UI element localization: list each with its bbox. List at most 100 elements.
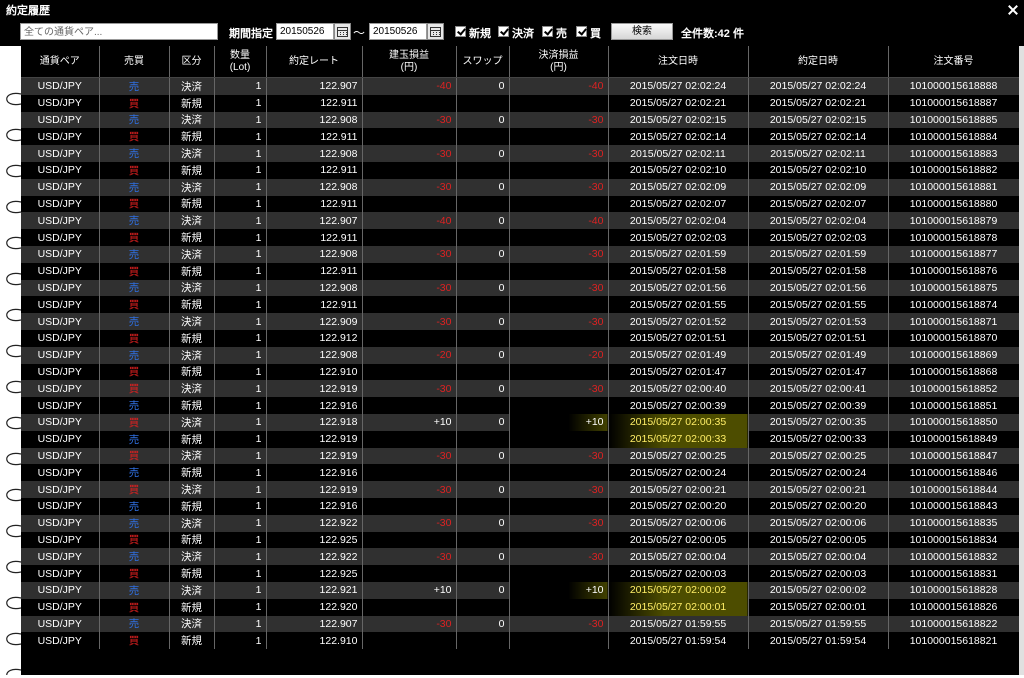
table-row[interactable]: USD/JPY 売決済 1 122.907 -40 0 -40 2015/05/27 02:0…	[21, 212, 1019, 230]
cell-position-pl	[362, 531, 457, 549]
header-rate[interactable]: 約定レート	[266, 46, 363, 78]
execution-history-grid[interactable]: 通貨ペア 売買 区分 数量 (Lot) 約定レート 建玉損益 (円) スワップ 決済損益 (円…	[21, 46, 1019, 675]
cell-position-pl: -30	[362, 111, 457, 129]
table-row[interactable]: USD/JPY 売新規 1 122.916 2015/05/27 02:00:24 201…	[21, 464, 1019, 482]
table-row[interactable]: USD/JPY 買新規 1 122.911 2015/05/27 02:02:10 201…	[21, 161, 1019, 179]
date-to-calendar-button[interactable]	[427, 23, 444, 40]
cell-position-pl	[362, 128, 457, 146]
cell-lot: 1	[214, 161, 267, 179]
cell-rate: 122.912	[266, 329, 363, 347]
table-row[interactable]: USD/JPY 売新規 1 122.916 2015/05/27 02:00:39 201…	[21, 397, 1019, 414]
cell-order-time: 2015/05/27 02:02:11	[608, 145, 749, 162]
cell-type: 決済	[169, 111, 215, 129]
search-button[interactable]: 検索	[611, 23, 673, 40]
table-row[interactable]: USD/JPY 売決済 1 122.908 -30 0 -30 2015/05/27 02:0…	[21, 145, 1019, 162]
table-row[interactable]: USD/JPY 売決済 1 122.907 -30 0 -30 2015/05/27 01:5…	[21, 615, 1019, 633]
header-type[interactable]: 区分	[169, 46, 215, 78]
table-row[interactable]: USD/JPY 売新規 1 122.916 2015/05/27 02:00:20 201…	[21, 497, 1019, 515]
cell-settlement-pl	[509, 598, 609, 616]
cell-exec-time: 2015/05/27 01:59:55	[748, 615, 889, 633]
table-row[interactable]: USD/JPY 売決済 1 122.908 -30 0 -30 2015/05/27 02:0…	[21, 178, 1019, 196]
table-row[interactable]: USD/JPY 売決済 1 122.922 -30 0 -30 2015/05/27 02:0…	[21, 548, 1019, 566]
table-row[interactable]: USD/JPY 買新規 1 122.912 2015/05/27 02:01:51 201…	[21, 329, 1019, 347]
cell-swap	[456, 94, 510, 112]
table-row[interactable]: USD/JPY 買新規 1 122.911 2015/05/27 02:01:55 201…	[21, 296, 1019, 314]
header-position-pl[interactable]: 建玉損益 (円)	[362, 46, 457, 78]
date-from-input[interactable]: 20150526	[276, 23, 334, 40]
header-order-number[interactable]: 注文番号	[888, 46, 1019, 78]
cell-order-number: 101000015618881	[888, 178, 1019, 196]
table-row[interactable]: USD/JPY 買新規 1 122.910 2015/05/27 02:01:47 201…	[21, 363, 1019, 381]
cell-swap	[456, 531, 510, 549]
table-row[interactable]: USD/JPY 買新規 1 122.911 2015/05/27 02:02:14 201…	[21, 128, 1019, 146]
header-exec-time[interactable]: 約定日時	[748, 46, 889, 78]
cell-position-pl	[362, 229, 457, 246]
table-row[interactable]: USD/JPY 買新規 1 122.925 2015/05/27 02:00:03 201…	[21, 565, 1019, 582]
cell-position-pl	[362, 262, 457, 280]
table-row[interactable]: USD/JPY 買新規 1 122.911 2015/05/27 02:02:03 201…	[21, 229, 1019, 246]
table-row[interactable]: USD/JPY 買決済 1 122.919 -30 0 -30 2015/05/27 02:0…	[21, 380, 1019, 398]
header-side[interactable]: 売買	[99, 46, 170, 78]
cell-type: 新規	[169, 632, 215, 650]
table-row[interactable]: USD/JPY 売決済 1 122.907 -40 0 -40 2015/05/27 02:0…	[21, 77, 1019, 95]
date-from-calendar-button[interactable]	[334, 23, 351, 40]
cell-pair: USD/JPY	[21, 212, 100, 230]
table-row[interactable]: USD/JPY 売決済 1 122.909 -30 0 -30 2015/05/27 02:0…	[21, 313, 1019, 330]
cell-exec-time: 2015/05/27 02:00:20	[748, 497, 889, 515]
cell-position-pl	[362, 430, 457, 448]
table-row[interactable]: USD/JPY 売決済 1 122.908 -30 0 -30 2015/05/27 02:0…	[21, 279, 1019, 297]
cell-order-number: 101000015618877	[888, 245, 1019, 263]
header-settlement-pl[interactable]: 決済損益 (円)	[509, 46, 609, 78]
cell-position-pl: -30	[362, 245, 457, 263]
table-row[interactable]: USD/JPY 買新規 1 122.910 2015/05/27 01:59:54 201…	[21, 632, 1019, 650]
cell-type: 決済	[169, 380, 215, 398]
table-row[interactable]: USD/JPY 買決済 1 122.919 -30 0 -30 2015/05/27 02:0…	[21, 447, 1019, 465]
table-row[interactable]: USD/JPY 売決済 1 122.908 -30 0 -30 2015/05/27 02:0…	[21, 111, 1019, 129]
cell-pair: USD/JPY	[21, 161, 100, 179]
cell-settlement-pl	[509, 363, 609, 381]
table-row[interactable]: USD/JPY 買新規 1 122.911 2015/05/27 02:01:58 201…	[21, 262, 1019, 280]
checkbox-sell[interactable]	[542, 26, 553, 37]
cell-type: 決済	[169, 481, 215, 498]
close-button[interactable]	[1002, 0, 1024, 20]
table-row[interactable]: USD/JPY 売決済 1 122.908 -20 0 -20 2015/05/27 02:0…	[21, 346, 1019, 364]
header-order-time[interactable]: 注文日時	[608, 46, 749, 78]
checkbox-settle[interactable]	[498, 26, 509, 37]
cell-exec-time: 2015/05/27 02:01:56	[748, 279, 889, 297]
cell-side: 売	[99, 464, 170, 482]
cell-position-pl	[362, 363, 457, 381]
table-row[interactable]: USD/JPY 買決済 1 122.919 -30 0 -30 2015/05/27 02:0…	[21, 481, 1019, 498]
cell-swap: 0	[456, 145, 510, 162]
header-pair[interactable]: 通貨ペア	[21, 46, 100, 78]
table-row[interactable]: USD/JPY 買新規 1 122.911 2015/05/27 02:02:21 201…	[21, 94, 1019, 112]
cell-order-number: 101000015618821	[888, 632, 1019, 650]
cell-pair: USD/JPY	[21, 279, 100, 297]
table-row[interactable]: USD/JPY 売新規 1 122.919 2015/05/27 02:00:33 201…	[21, 430, 1019, 448]
checkbox-new[interactable]	[455, 26, 466, 37]
table-row[interactable]: USD/JPY 売決済 1 122.908 -30 0 -30 2015/05/27 02:0…	[21, 245, 1019, 263]
cell-settlement-pl	[509, 397, 609, 414]
cell-side: 買	[99, 380, 170, 398]
cell-side: 売	[99, 548, 170, 566]
header-swap[interactable]: スワップ	[456, 46, 510, 78]
table-row[interactable]: USD/JPY 買決済 1 122.918 +10 0 +10 2015/05/27 02:0…	[21, 413, 1019, 431]
cell-rate: 122.908	[266, 346, 363, 364]
table-row[interactable]: USD/JPY 売決済 1 122.922 -30 0 -30 2015/05/27 02:0…	[21, 514, 1019, 532]
date-to-input[interactable]: 20150526	[369, 23, 427, 40]
cell-settlement-pl: -20	[509, 346, 609, 364]
cell-settlement-pl	[509, 464, 609, 482]
table-row[interactable]: USD/JPY 買新規 1 122.920 2015/05/27 02:00:01 201…	[21, 598, 1019, 616]
checkbox-buy[interactable]	[576, 26, 587, 37]
currency-pair-select[interactable]: 全ての通貨ペア...	[20, 23, 218, 40]
cell-lot: 1	[214, 363, 267, 381]
table-row[interactable]: USD/JPY 買新規 1 122.925 2015/05/27 02:00:05 201…	[21, 531, 1019, 549]
table-row[interactable]: USD/JPY 売決済 1 122.921 +10 0 +10 2015/05/27 02:0…	[21, 581, 1019, 599]
cell-type: 決済	[169, 178, 215, 196]
cell-order-time: 2015/05/27 02:00:02	[608, 581, 749, 599]
checkbox-buy-label: 買	[590, 28, 601, 40]
table-row[interactable]: USD/JPY 買新規 1 122.911 2015/05/27 02:02:07 201…	[21, 195, 1019, 213]
cell-rate: 122.919	[266, 380, 363, 398]
cell-lot: 1	[214, 346, 267, 364]
header-lot[interactable]: 数量 (Lot)	[214, 46, 267, 78]
cell-order-number: 101000015618849	[888, 430, 1019, 448]
